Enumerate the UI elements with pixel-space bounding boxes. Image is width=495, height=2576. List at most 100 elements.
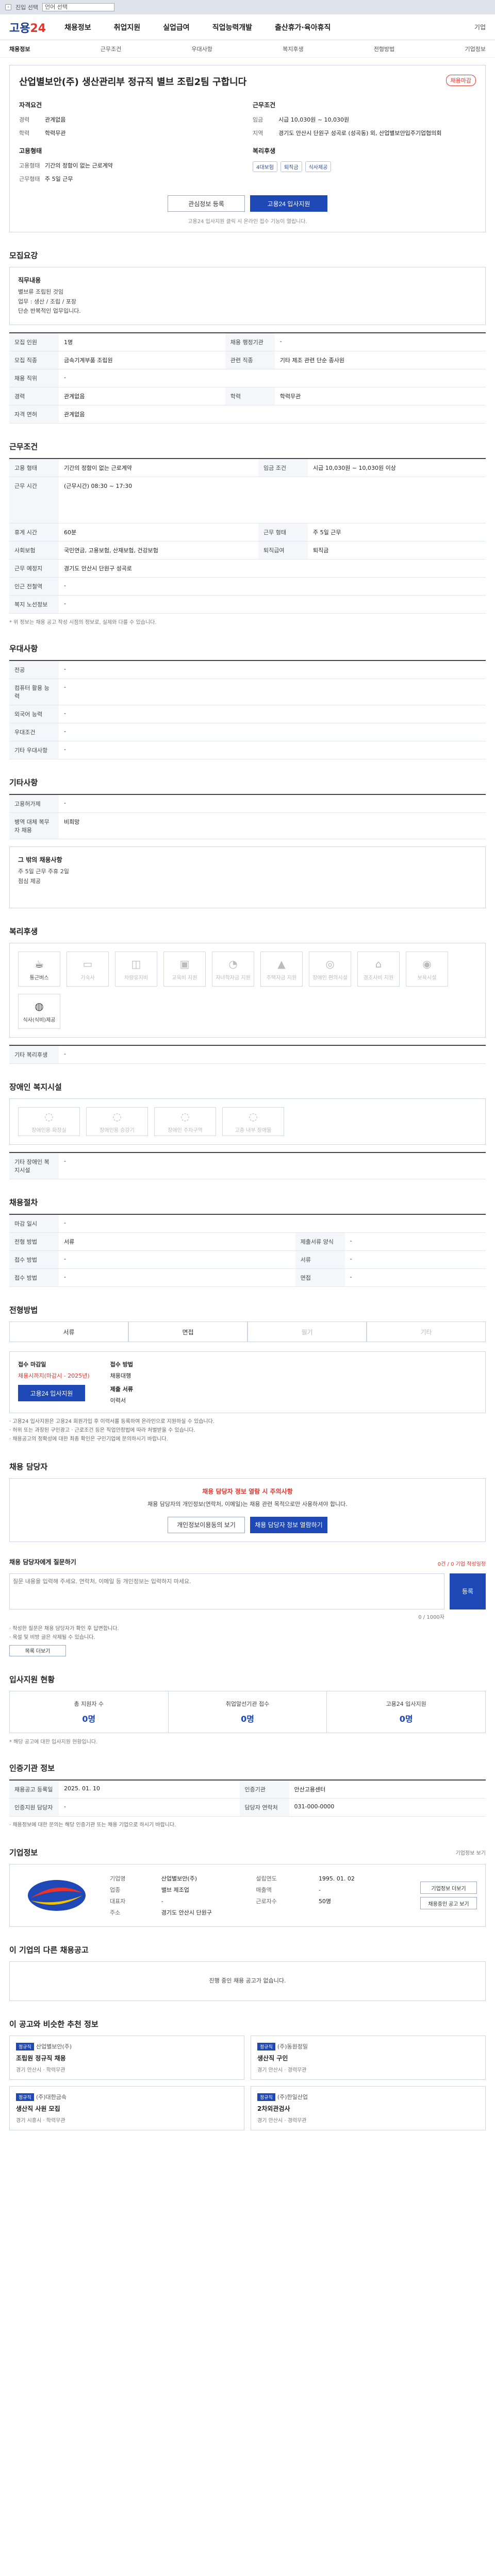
apply-method-value: 채용대행: [110, 1372, 131, 1380]
row-value: -: [59, 723, 486, 742]
row-key: 근무 시간: [9, 477, 59, 524]
row-key: 사회보험: [9, 541, 59, 560]
row-key: 대표자: [110, 1898, 126, 1905]
other-jobs-empty: 진행 중인 채용 공고가 없습니다.: [9, 1961, 486, 2002]
privacy-consent-button[interactable]: 개인정보이용동의 보기: [168, 1516, 245, 1533]
table-row: 근무 시간 (근무시간) 08:30 ~ 17:30: [9, 477, 486, 524]
row-value: -: [59, 1798, 240, 1817]
tab-welfare[interactable]: 복지후생: [283, 45, 303, 53]
company-more-link[interactable]: 기업정보 보기: [456, 1849, 486, 1856]
table-row: 주소 경기도 안산시 단원구: [106, 1907, 410, 1918]
company-jobs-button[interactable]: 채용중인 공고 보기: [420, 1897, 477, 1910]
gnb-menu-4[interactable]: 직업능력개발: [212, 22, 252, 32]
company-logo: S: [18, 1875, 95, 1916]
recommend-card[interactable]: 정규직 (주)동원정밀 생산직 구인 경기 안산시 · 경력무관: [251, 2036, 486, 2080]
duty-line: 단순 반복적인 업무입니다.: [18, 308, 81, 315]
row-value: -: [59, 679, 486, 706]
row-value: 경기도 안산시 단원구 성곡로: [59, 559, 486, 578]
welfare-item: ◔ 자녀학자금 지원: [212, 952, 254, 987]
wheel-icon: ◎: [325, 957, 335, 970]
etc-section-title: 기타사항: [9, 778, 38, 788]
employment-title: 고용형태: [19, 147, 42, 155]
apply-now-button[interactable]: 고용24 입사지원: [18, 1385, 85, 1402]
view-hr-info-button[interactable]: 채용 담당자 정보 열람하기: [250, 1516, 327, 1533]
bullet: · 채용공고의 정확성에 대한 최종 확인은 구인기업에 문의하시기 바랍니다.: [9, 1436, 168, 1443]
row-key: 서류: [295, 1250, 345, 1269]
welfare-chips-title: 복리후생: [253, 147, 276, 155]
table-row: 대표자 - 근로자수 50명: [106, 1895, 410, 1907]
tab-selection[interactable]: 전형방법: [374, 45, 394, 53]
row-value: 기간의 정함이 없는 근로계약: [59, 459, 258, 478]
table-row: 모집 인원 1명 채용 행정기관 -: [9, 333, 486, 352]
section-tabs: 채용정보 근무조건 우대사항 복지후생 전형방법 기업정보: [0, 40, 495, 58]
gnb-right-link[interactable]: 기업: [474, 23, 486, 31]
table-row: 사회보험 국민연금, 고용보험, 산재보험, 건강보험 퇴직급여 퇴직금: [9, 541, 486, 560]
stat-label: 총 지원자 수: [74, 1700, 104, 1707]
welfare-item: ☕ 통근버스: [18, 952, 60, 987]
recruit-table: 모집 인원 1명 채용 행정기관 - 모집 직종 금속기계부품 조립원 관련 직종 기타 제…: [9, 332, 486, 424]
recommend-card[interactable]: 정규직 (주)한일산업 2차외관검사 경기 안산시 · 경력무관: [251, 2086, 486, 2131]
kv-value: 기간의 정함이 없는 근로계약: [45, 162, 113, 169]
row-value: 국민연금, 고용보험, 산재보험, 건강보험: [59, 541, 258, 560]
recommend-card[interactable]: 정규직 (주)대한금속 생산직 사원 모집 경기 시흥시 · 학력무관: [9, 2086, 244, 2131]
recommend-card[interactable]: 정규직 산업별보안(주) 조립원 정규직 채용 경기 안산시 · 학력무관: [9, 2036, 244, 2080]
ask-bullets: · 작성한 질문은 채용 담당자가 확인 후 답변합니다. · 욕설 및 비방 …: [9, 1624, 486, 1642]
gnb-menu-1[interactable]: 채용정보: [64, 22, 91, 32]
welfare-item: ▣ 교육비 지원: [163, 952, 206, 987]
row-value: 2025. 01. 10: [59, 1780, 240, 1799]
table-row: 컴퓨터 활용 능력 -: [9, 679, 486, 706]
kv-value: 주 5일 근무: [45, 176, 73, 182]
row-value: 학력무관: [274, 387, 486, 406]
bullet: · 욕설 및 비방 글은 삭제될 수 있습니다.: [9, 1634, 95, 1640]
global-nav: 고용24 채용정보 취업지원 실업급여 직업능력개발 출산휴가·육아휴직 기업: [0, 14, 495, 40]
tab-recruit[interactable]: 채용정보: [9, 45, 30, 53]
back-icon[interactable]: ‹: [5, 4, 11, 10]
row-value: 관계없음: [59, 405, 486, 424]
condition-section-title: 근무조건: [9, 442, 38, 452]
welfare-chip: 식사제공: [305, 161, 332, 172]
apply-button[interactable]: 고용24 입사지원: [250, 195, 327, 212]
more-questions-button[interactable]: 목록 더보기: [9, 1645, 66, 1656]
save-interest-button[interactable]: 관심정보 등록: [168, 195, 245, 212]
row-value: 50명: [318, 1898, 332, 1905]
gnb-menu-5[interactable]: 출산휴가·육아휴직: [275, 22, 331, 32]
language-select[interactable]: 언어 선택: [42, 3, 114, 11]
row-key: 접수 방법: [9, 1268, 59, 1287]
row-key: 업종: [110, 1887, 121, 1894]
status-badge: 채용마감: [446, 75, 476, 86]
recommend-title: 이 공고와 비슷한 추천 정보: [9, 2020, 98, 2029]
preference-table: 전공 - 컴퓨터 활용 능력 - 외국어 능력 - 우대조건 - 기타 우대사항 -: [9, 660, 486, 760]
row-key: 근무 예정지: [9, 559, 59, 578]
gnb-menu-2[interactable]: 취업지원: [114, 22, 141, 32]
row-value: -: [59, 1250, 295, 1269]
tab-company[interactable]: 기업정보: [465, 45, 486, 53]
recruit-section-title: 모집요강: [9, 251, 38, 260]
etc-box: 그 밖의 채용사항 주 5일 근무 주휴 2일 점심 제공: [9, 846, 486, 909]
question-input[interactable]: [9, 1573, 444, 1609]
table-row: 접수 방법 - 면접 -: [9, 1268, 486, 1287]
ask-form: 0 / 1000자 등록: [9, 1573, 486, 1620]
table-row: 복지 노선정보 -: [9, 595, 486, 614]
question-submit-button[interactable]: 등록: [450, 1573, 486, 1609]
welfare-label: 통근버스: [29, 975, 49, 981]
ask-right-note: 0건 / 0 기업 작성일정: [437, 1561, 486, 1567]
row-key: 면접: [295, 1268, 345, 1287]
row-value: 경기도 안산시 단원구: [161, 1909, 212, 1917]
site-logo[interactable]: 고용24: [9, 19, 46, 36]
card-company: (주)한일산업: [277, 2094, 308, 2101]
welfare-label: 식사(식비)제공: [23, 1017, 56, 1023]
card-tag: 정규직: [257, 2093, 275, 2102]
row-key: 외국어 능력: [9, 705, 59, 724]
tab-condition[interactable]: 근무조건: [101, 45, 121, 53]
row-key: 채용공고 등록일: [9, 1780, 59, 1799]
qualification-title: 자격요건: [19, 101, 42, 109]
table-row: 전형 방법 서류 제출서류 양식 -: [9, 1232, 486, 1251]
card-meta: 경기 안산시 · 경력무관: [257, 2118, 307, 2124]
row-value: (근무시간) 08:30 ~ 17:30: [59, 477, 486, 524]
tab-preference[interactable]: 우대사항: [191, 45, 212, 53]
company-info-button[interactable]: 기업정보 더보기: [420, 1882, 477, 1894]
table-row: 병역 대체 복무자 채용 비희망: [9, 812, 486, 840]
row-value: -: [274, 333, 486, 352]
gnb-menu-3[interactable]: 실업급여: [163, 22, 190, 32]
stats-section-title: 입사지원 현황: [9, 1674, 55, 1684]
